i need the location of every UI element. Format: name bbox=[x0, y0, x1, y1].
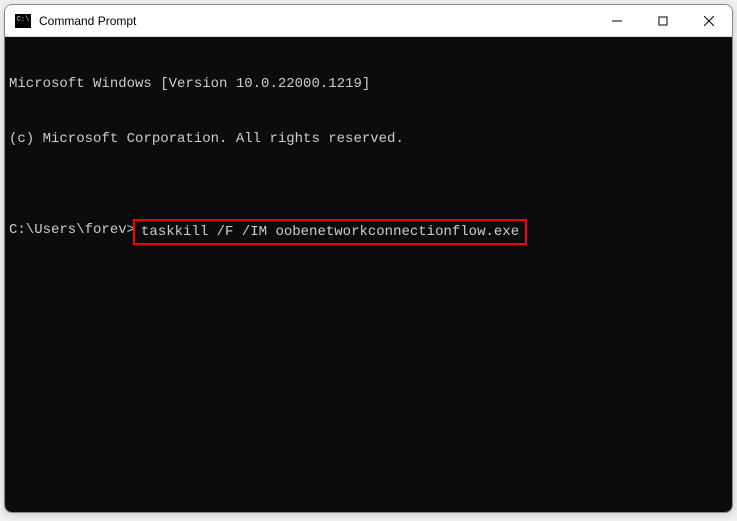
command-highlight-box: taskkill /F /IM oobenetworkconnectionflo… bbox=[133, 219, 527, 245]
prompt-line: C:\Users\forev> taskkill /F /IM oobenetwo… bbox=[9, 221, 728, 245]
command-prompt-window: Command Prompt Microsoft Windows [Versio bbox=[4, 4, 733, 513]
minimize-icon bbox=[612, 16, 622, 26]
minimize-button[interactable] bbox=[594, 5, 640, 37]
terminal-line: (c) Microsoft Corporation. All rights re… bbox=[9, 130, 728, 148]
prompt-text: C:\Users\forev> bbox=[9, 221, 135, 239]
window-title: Command Prompt bbox=[39, 14, 594, 28]
cmd-icon bbox=[15, 14, 31, 28]
terminal-line: Microsoft Windows [Version 10.0.22000.12… bbox=[9, 75, 728, 93]
terminal-area[interactable]: Microsoft Windows [Version 10.0.22000.12… bbox=[5, 37, 732, 512]
titlebar[interactable]: Command Prompt bbox=[5, 5, 732, 37]
close-icon bbox=[704, 16, 714, 26]
window-controls bbox=[594, 5, 732, 36]
maximize-button[interactable] bbox=[640, 5, 686, 37]
command-text: taskkill /F /IM oobenetworkconnectionflo… bbox=[141, 224, 519, 240]
maximize-icon bbox=[658, 16, 668, 26]
close-button[interactable] bbox=[686, 5, 732, 37]
